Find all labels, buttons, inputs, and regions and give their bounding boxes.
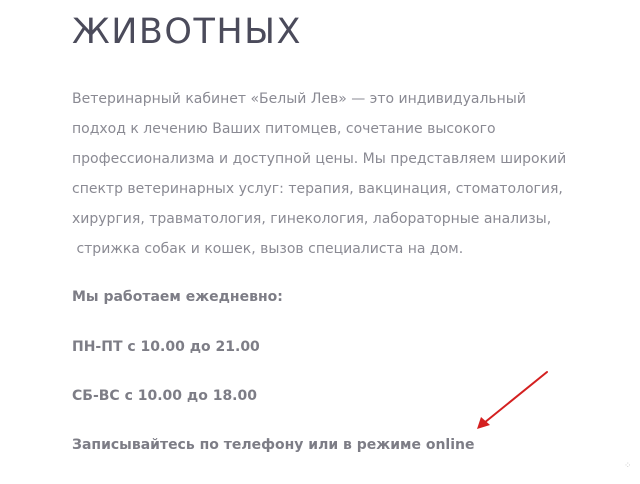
corner-mark-icon: ⁘ xyxy=(624,461,632,471)
page: ЖИВОТНЫХ Ветеринарный кабинет «Белый Лев… xyxy=(0,0,640,484)
arrow-shaft xyxy=(483,371,548,424)
annotation-arrow-icon xyxy=(477,371,548,429)
